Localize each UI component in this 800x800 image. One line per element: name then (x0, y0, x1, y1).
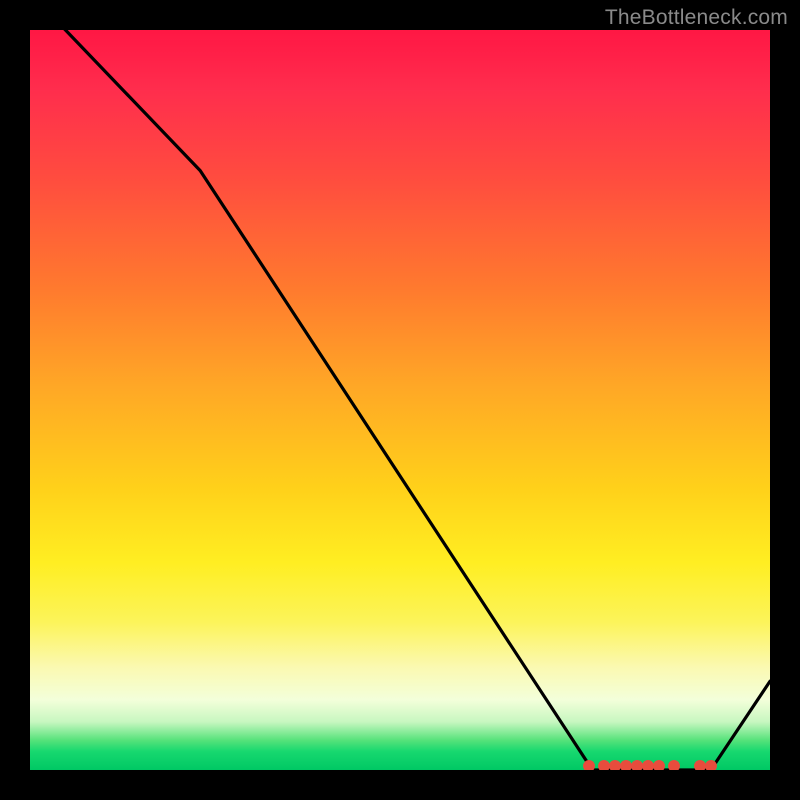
series-markers (30, 30, 770, 770)
data-point-marker (668, 760, 680, 770)
attribution-text: TheBottleneck.com (605, 6, 788, 30)
chart-plot-area (30, 30, 770, 770)
data-point-marker (583, 760, 595, 770)
data-point-marker (653, 760, 665, 770)
data-point-marker (705, 760, 717, 770)
